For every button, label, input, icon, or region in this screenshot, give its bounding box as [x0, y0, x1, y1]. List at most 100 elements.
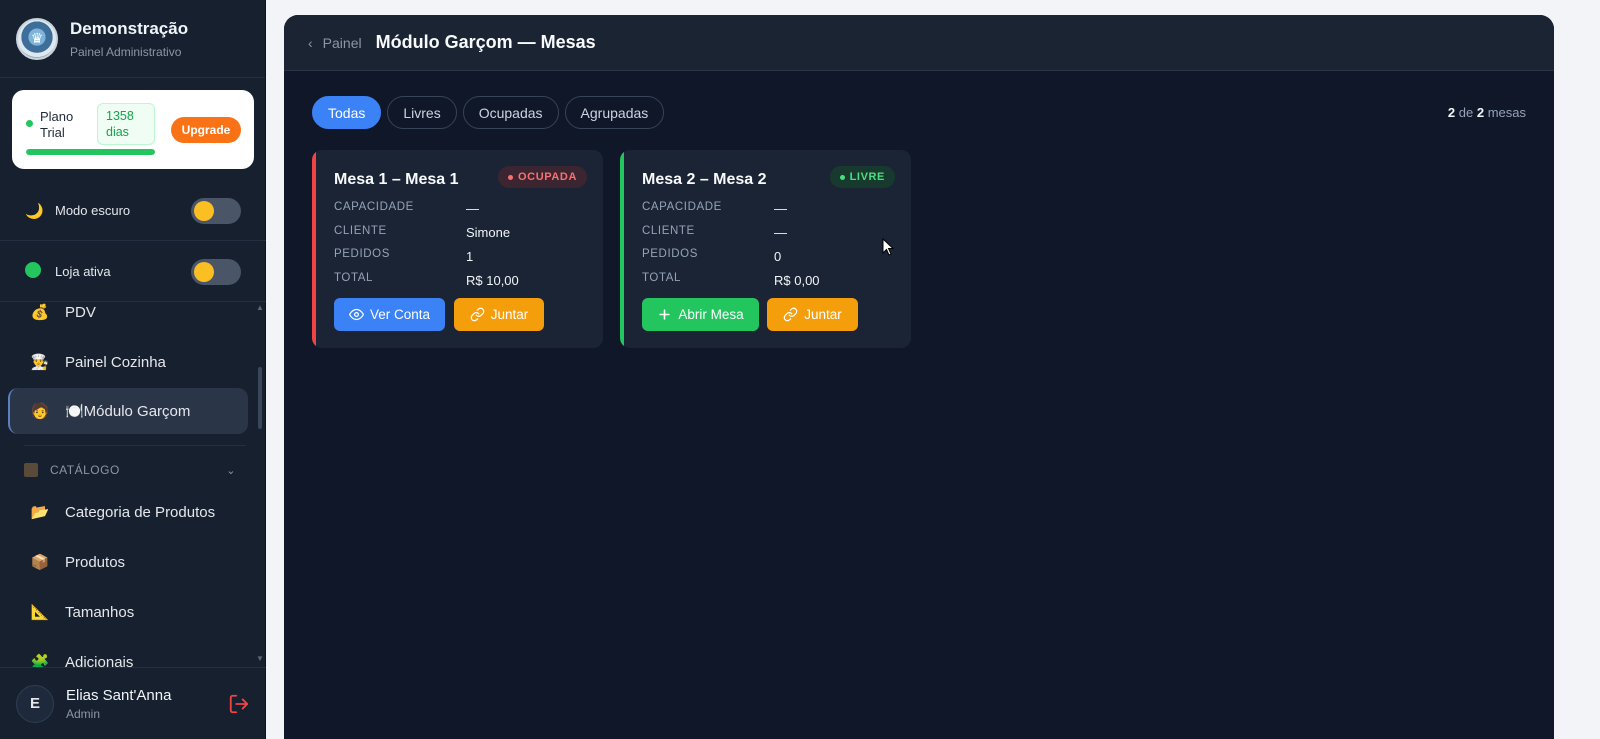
plan-status-dot [26, 120, 33, 127]
brand-header: ♛ Demonstração Painel Administrativo [0, 0, 265, 78]
status-badge: OCUPADA [498, 166, 587, 188]
eye-icon [348, 308, 364, 321]
total-value: R$ 10,00 [466, 273, 519, 288]
sidebar-item-adicionais[interactable]: 🧩 Adicionais [8, 639, 248, 668]
orders-label: PEDIDOS [642, 248, 698, 260]
sidebar-item-label: Categoria de Produtos [65, 503, 216, 521]
store-active-toggle[interactable] [191, 258, 241, 285]
total-value: R$ 0,00 [774, 273, 820, 288]
main-panel: ‹ Painel Módulo Garçom — Mesas Todas Liv… [284, 15, 1554, 739]
green-status-icon [25, 261, 47, 282]
logo: ♛ [16, 17, 58, 60]
capacity-value: — [466, 201, 479, 216]
view-bill-button[interactable]: Ver Conta [334, 298, 445, 331]
sidebar-menu: 💰 PDV 👨‍🍳 Painel Cozinha 🧑 🍽️Módulo Garç… [0, 303, 266, 667]
client-label: CLIENTE [642, 225, 695, 237]
plan-card: Plano Trial 1358 dias Upgrade [12, 90, 254, 169]
orders-value: 1 [466, 249, 474, 264]
sidebar-item-painel-cozinha[interactable]: 👨‍🍳 Painel Cozinha [8, 339, 248, 385]
scroll-down-arrow[interactable]: ▼ [256, 654, 264, 663]
sidebar-item-produtos[interactable]: 📦 Produtos [8, 539, 248, 585]
store-active-row: Loja ativa [0, 242, 266, 302]
filter-ocupadas[interactable]: Ocupadas [462, 96, 559, 129]
section-catalog[interactable]: CATÁLOGO ⌄ [24, 463, 236, 477]
plan-label: Plano Trial [40, 109, 74, 140]
folder-icon: 📂 [30, 504, 50, 521]
count-shown: 2 [1447, 105, 1456, 120]
logout-icon[interactable] [228, 693, 250, 715]
back-chevron-icon[interactable]: ‹ [308, 35, 313, 51]
status-stripe [620, 150, 624, 348]
ruler-icon: 📐 [30, 604, 50, 621]
sidebar-item-label: Adicionais [65, 653, 134, 668]
plan-progress-fill [26, 149, 155, 155]
money-bag-icon: 💰 [30, 304, 50, 321]
capacity-value: — [774, 201, 787, 216]
open-table-button[interactable]: Abrir Mesa [642, 298, 759, 331]
sidebar-item-tamanhos[interactable]: 📐 Tamanhos [8, 589, 248, 635]
dark-mode-toggle[interactable] [191, 197, 241, 224]
sidebar-item-modulo-garcom[interactable]: 🧑 🍽️Módulo Garçom [8, 388, 248, 434]
chef-icon: 👨‍🍳 [30, 354, 50, 371]
client-label: CLIENTE [334, 225, 387, 237]
plan-progress-bar [26, 149, 155, 155]
section-catalog-label: CATÁLOGO [50, 463, 120, 477]
sidebar-scrollbar[interactable] [258, 367, 262, 429]
sidebar-item-label: Painel Cozinha [65, 353, 166, 371]
store-active-label: Loja ativa [55, 264, 111, 279]
chevron-down-icon: ⌄ [226, 464, 236, 477]
capacity-label: CAPACIDADE [334, 201, 414, 213]
dark-mode-label: Modo escuro [55, 203, 131, 218]
table-title: Mesa 2 – Mesa 2 [642, 171, 767, 188]
filter-agrupadas[interactable]: Agrupadas [564, 96, 665, 129]
plan-days-badge: 1358 dias [97, 103, 155, 145]
page-title: Módulo Garçom — Mesas [375, 32, 596, 52]
sidebar-item-label: 🍽️Módulo Garçom [65, 403, 191, 420]
table-count: 2 de 2 mesas [1448, 105, 1526, 120]
filter-tabs: Todas Livres Ocupadas Agrupadas [312, 96, 665, 129]
sidebar-item-categoria-produtos[interactable]: 📂 Categoria de Produtos [8, 489, 248, 535]
orders-value: 0 [774, 249, 782, 264]
toggle-knob [194, 200, 214, 221]
link-icon [470, 307, 485, 322]
toggle-knob [194, 261, 214, 282]
client-value: — [774, 225, 787, 240]
avatar: E [16, 684, 54, 723]
plus-icon [659, 309, 671, 320]
total-label: TOTAL [334, 272, 373, 284]
status-stripe [312, 150, 316, 348]
dark-mode-row: 🌙 Modo escuro [0, 181, 266, 241]
capacity-label: CAPACIDADE [642, 201, 722, 213]
table-card-2: Mesa 2 – Mesa 2 LIVRE CAPACIDADE — CLIEN… [620, 150, 911, 348]
user-role: Admin [66, 706, 101, 721]
scroll-up-arrow[interactable]: ▲ [256, 303, 264, 312]
moon-icon: 🌙 [25, 202, 44, 220]
user-name: Elias Sant'Anna [66, 686, 172, 704]
orders-label: PEDIDOS [334, 248, 390, 260]
sidebar-item-pdv[interactable]: 💰 PDV [8, 303, 248, 335]
join-button[interactable]: Juntar [767, 298, 858, 331]
link-icon [783, 307, 798, 322]
catalog-section-icon [24, 463, 38, 477]
sidebar-item-label: Tamanhos [65, 603, 135, 621]
count-total: 2 [1476, 105, 1485, 120]
sidebar-item-label: Produtos [65, 553, 126, 571]
filter-todas[interactable]: Todas [312, 96, 382, 129]
waiter-icon: 🧑 [30, 403, 50, 420]
brand-name: Demonstração [70, 18, 189, 38]
status-badge: LIVRE [829, 166, 895, 188]
box-icon: 📦 [30, 554, 50, 571]
upgrade-button[interactable]: Upgrade [171, 117, 241, 143]
breadcrumb[interactable]: Painel [323, 35, 362, 51]
table-card-1: Mesa 1 – Mesa 1 OCUPADA CAPACIDADE — CLI… [312, 150, 603, 348]
brand-subtitle: Painel Administrativo [70, 44, 182, 59]
sidebar: ♛ Demonstração Painel Administrativo Pla… [0, 0, 266, 739]
client-value: Simone [466, 225, 511, 240]
filter-livres[interactable]: Livres [387, 96, 457, 129]
puzzle-icon: 🧩 [30, 654, 50, 667]
user-bar: E Elias Sant'Anna Admin [0, 667, 266, 739]
table-title: Mesa 1 – Mesa 1 [334, 171, 459, 188]
count-sep: de [1458, 105, 1474, 120]
join-button[interactable]: Juntar [454, 298, 544, 331]
mouse-cursor-icon [882, 238, 894, 256]
